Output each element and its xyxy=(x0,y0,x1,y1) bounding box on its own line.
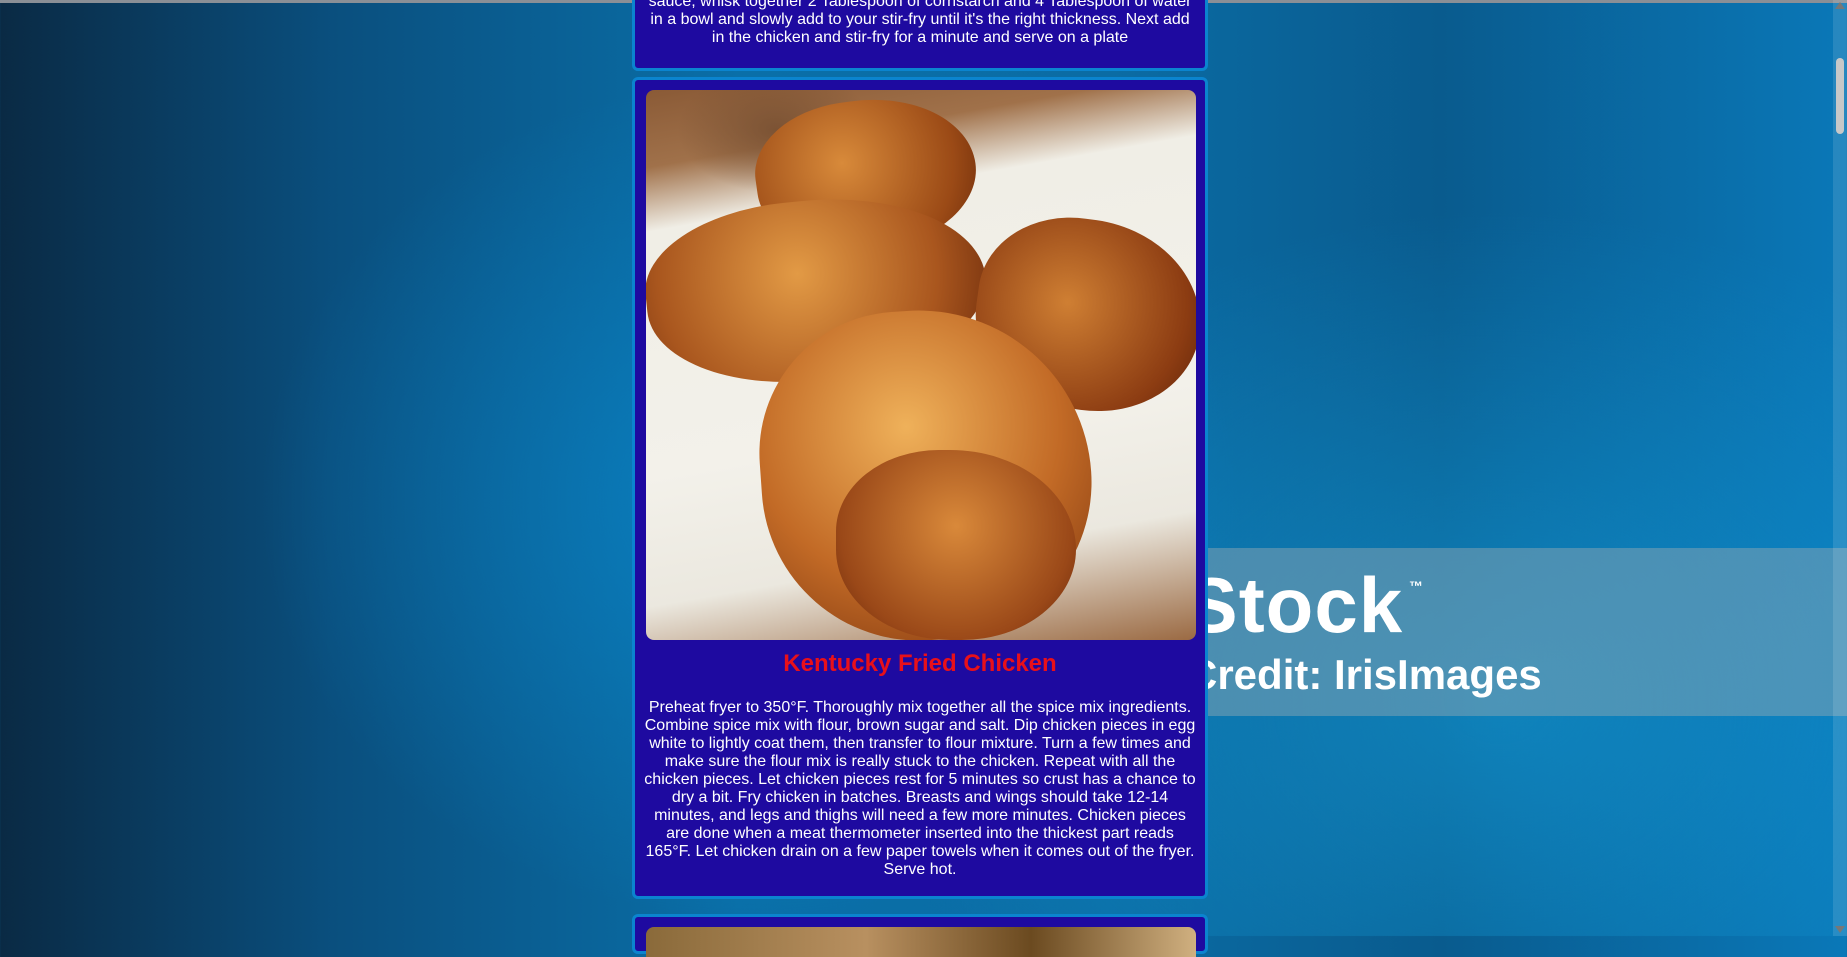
page-scrollbar[interactable] xyxy=(1833,0,1847,936)
recipe-card-next xyxy=(632,914,1208,957)
scroll-up-arrow-icon[interactable] xyxy=(1835,2,1845,9)
recipe-photo xyxy=(646,927,1196,957)
recipe-instructions: sauce, whisk together 2 Tablespoon of co… xyxy=(648,0,1192,46)
watermark-trademark: ™ xyxy=(1409,578,1423,594)
recipe-photo xyxy=(646,90,1196,640)
scroll-down-arrow-icon[interactable] xyxy=(1835,926,1845,933)
scrollbar-thumb[interactable] xyxy=(1836,58,1844,134)
watermark-brand: iStock xyxy=(1207,565,1404,645)
watermark-credit: Credit: IrisImages xyxy=(1207,651,1542,698)
recipe-instructions: Preheat fryer to 350°F. Thoroughly mix t… xyxy=(644,699,1196,878)
recipe-card-previous: sauce, whisk together 2 Tablespoon of co… xyxy=(632,0,1208,71)
recipe-card-kfc: Kentucky Fried Chicken Preheat fryer to … xyxy=(632,77,1208,899)
recipe-title: Kentucky Fried Chicken xyxy=(783,650,1057,677)
